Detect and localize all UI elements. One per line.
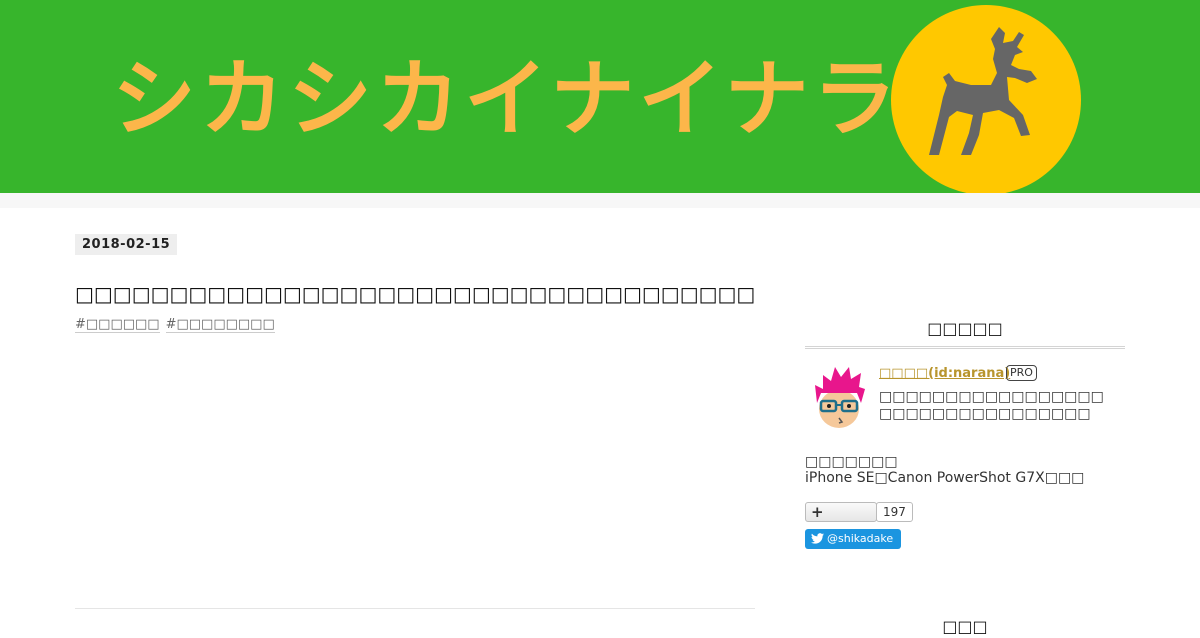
sidebar-next-heading: □□□	[942, 617, 988, 636]
profile-heading: □□□□□	[805, 318, 1125, 349]
avatar[interactable]	[811, 363, 867, 429]
follow-button[interactable]: +	[805, 502, 877, 522]
profile-description: □□□□□□□□□□□□□□□□□ □□□□□□□□□□□□□□□□	[879, 389, 1104, 423]
entry-date[interactable]: 2018-02-15	[75, 234, 178, 255]
blog-title[interactable]: シカシカイナイナラ	[112, 44, 901, 154]
twitter-handle: @shikadake	[827, 532, 894, 545]
twitter-follow-button[interactable]: @shikadake	[805, 529, 902, 549]
entry-tag-1[interactable]: #□□□□□□	[75, 317, 160, 333]
profile-description-line-2: □□□□□□□□□□□□□□□□	[879, 406, 1091, 422]
entry-title[interactable]: □□□□□□□□□□□□□□□□□□□□□□□□□□□□□□□□□□□□	[75, 281, 755, 307]
header-bottom-band	[0, 193, 1200, 208]
blog-header-banner[interactable]: シカシカイナイナラ	[0, 0, 1200, 193]
entry-divider	[75, 608, 755, 609]
profile-description-line-1: □□□□□□□□□□□□□□□□□	[879, 389, 1104, 405]
sidebar-profile-module: □□□□□ □□□□(id:narana) PRO □□□□□□□□□□□□□□…	[805, 318, 1125, 549]
entry-tags: #□□□□□□ #□□□□□□□□	[75, 317, 281, 333]
twitter-bird-icon	[811, 533, 824, 544]
profile-card: □□□□(id:narana) PRO □□□□□□□□□□□□□□□□□ □□…	[805, 349, 1125, 439]
pro-badge: PRO	[1006, 365, 1037, 381]
plus-icon: +	[811, 503, 824, 521]
follower-count[interactable]: 197	[876, 502, 913, 522]
entry-tag-2[interactable]: #□□□□□□□□	[165, 317, 275, 333]
deer-logo	[891, 5, 1081, 193]
camera-text: iPhone SE□Canon PowerShot G7X□□□	[805, 470, 1085, 486]
camera-label: □□□□□□□	[805, 454, 898, 470]
profile-name-link[interactable]: □□□□(id:narana)	[879, 366, 1010, 381]
deer-icon	[929, 27, 1037, 155]
